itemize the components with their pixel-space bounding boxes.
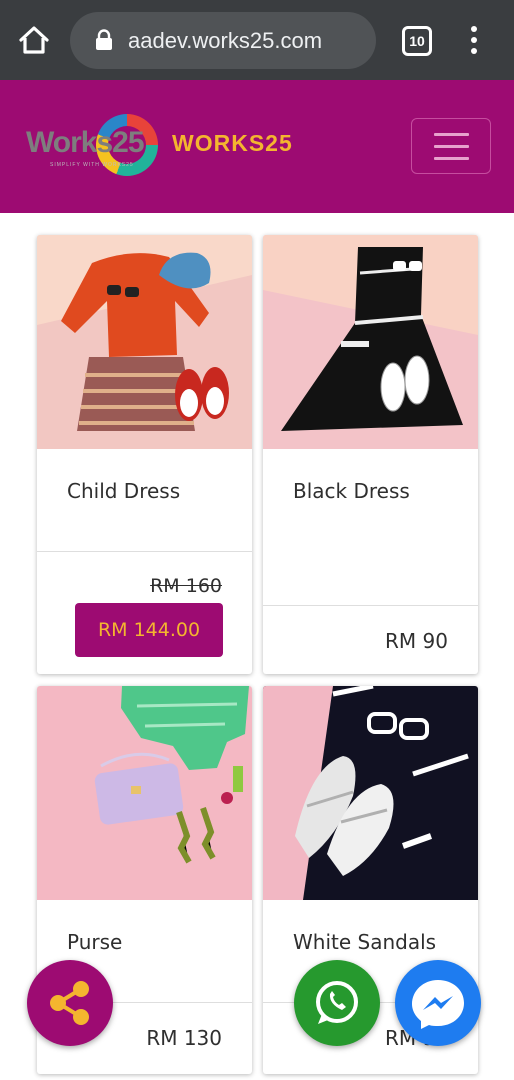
logo-text: Works25 bbox=[26, 126, 145, 159]
address-bar[interactable]: aadev.works25.com bbox=[70, 12, 376, 69]
url-text: aadev.works25.com bbox=[128, 28, 323, 53]
product-image[interactable] bbox=[263, 686, 478, 900]
product-name[interactable]: Purse bbox=[67, 930, 122, 954]
browser-toolbar: aadev.works25.com 10 bbox=[0, 0, 514, 80]
whatsapp-button[interactable] bbox=[294, 960, 380, 1046]
card-divider bbox=[37, 551, 252, 552]
brand-name[interactable]: WORKS25 bbox=[172, 130, 293, 157]
original-price: RM 160 bbox=[150, 575, 222, 597]
messenger-icon bbox=[412, 980, 464, 1029]
product-name[interactable]: White Sandals bbox=[293, 930, 436, 954]
logo-tagline: SIMPLIFY WITH WORKS25 bbox=[50, 162, 134, 168]
messenger-button[interactable] bbox=[395, 960, 481, 1046]
product-image[interactable] bbox=[263, 235, 478, 449]
home-icon[interactable] bbox=[14, 20, 54, 60]
product-name[interactable]: Child Dress bbox=[67, 479, 180, 503]
lock-icon bbox=[94, 29, 114, 51]
tab-switcher-button[interactable]: 10 bbox=[402, 26, 432, 56]
card-divider bbox=[263, 605, 478, 606]
product-image[interactable] bbox=[37, 235, 252, 449]
menu-toggle-button[interactable] bbox=[411, 118, 491, 174]
site-header: Works25 SIMPLIFY WITH WORKS25 WORKS25 bbox=[0, 80, 514, 213]
site-logo[interactable]: Works25 SIMPLIFY WITH WORKS25 bbox=[26, 114, 166, 178]
product-price: RM 130 bbox=[146, 1026, 222, 1050]
product-card-black-dress[interactable]: Black Dress RM 90 bbox=[263, 235, 478, 674]
product-image[interactable] bbox=[37, 686, 252, 900]
share-button[interactable] bbox=[27, 960, 113, 1046]
product-card-child-dress[interactable]: Child Dress RM 160 RM 144.00 bbox=[37, 235, 252, 674]
share-icon bbox=[50, 981, 89, 1025]
whatsapp-icon bbox=[316, 981, 358, 1024]
product-name[interactable]: Black Dress bbox=[293, 479, 410, 503]
more-options-icon[interactable] bbox=[462, 22, 486, 58]
product-price: RM 90 bbox=[385, 629, 448, 653]
sale-price-button[interactable]: RM 144.00 bbox=[75, 603, 223, 657]
